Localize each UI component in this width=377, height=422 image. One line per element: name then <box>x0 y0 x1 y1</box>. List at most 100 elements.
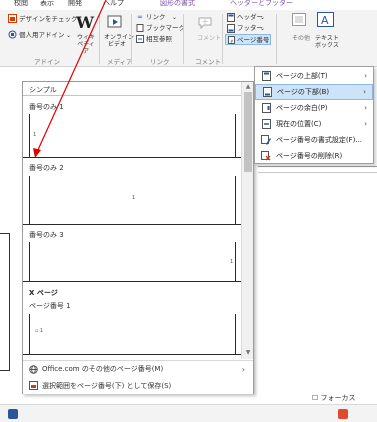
app-icon <box>8 409 18 419</box>
gallery-divider <box>23 224 241 225</box>
menu-item-bottom-of-page[interactable]: ページの下部(B) › <box>255 84 373 100</box>
focus-label: フォーカス <box>320 394 356 402</box>
ribbon: デザインをチェック 個人用アドイン ⌄ アドイン W ウィキペディア オンライン… <box>0 10 377 67</box>
header-dropdown-icon[interactable]: ⌄ <box>260 13 265 22</box>
document-margin-line <box>258 172 377 173</box>
page-number-button[interactable]: # ページ番号 ⌄ <box>225 34 271 45</box>
menu-item-label: ページの上部(T) <box>276 72 328 80</box>
scroll-thumb[interactable] <box>244 92 252 172</box>
gallery-item-page-x-1[interactable]: ▫ 1 <box>29 314 236 354</box>
chevron-right-icon: › <box>364 120 367 128</box>
tab-header-footer[interactable]: ヘッダーとフッター <box>230 0 293 8</box>
online-video-label-1[interactable]: オンライン <box>104 34 134 41</box>
focus-icon: ☐ <box>312 394 319 402</box>
page-number-dropdown-icon: ⌄ <box>264 37 270 44</box>
save-selection-label: 選択範囲をページ番号(下) として保存(S) <box>42 381 172 390</box>
tab-shape-format[interactable]: 図形の書式 <box>160 0 195 8</box>
menu-item-page-margins[interactable]: ページの余白(P) › <box>255 100 373 116</box>
menu-item-label: ページ番号の書式設定(F)... <box>276 136 363 144</box>
tab-review[interactable]: 校閲 <box>14 0 28 8</box>
menu-item-remove-page-numbers[interactable]: ページ番号の削除(R) <box>255 148 373 164</box>
gallery-section-heading: X ページ <box>29 289 58 297</box>
tab-view[interactable]: 表示 <box>40 0 54 8</box>
menu-item-label: ページの余白(P) <box>276 104 328 112</box>
new-comment-button[interactable]: コメント <box>197 34 221 43</box>
textbox-icon: A <box>317 12 334 27</box>
status-bar: ☐ フォーカス <box>0 394 377 422</box>
ribbon-separator <box>99 14 100 64</box>
menu-item-current-position[interactable]: 現在の位置(C) › <box>255 116 373 132</box>
page-number-sample: 1 <box>33 132 37 138</box>
bottom-of-page-icon <box>262 87 272 97</box>
gallery-item-plain-number-1[interactable]: 1 <box>29 114 236 157</box>
gallery-divider <box>23 281 241 282</box>
other-icon <box>292 13 306 26</box>
page-number-icon: # <box>228 36 235 44</box>
link-button[interactable]: リンク <box>146 13 166 22</box>
group-link-label: リンク <box>150 58 170 66</box>
menu-item-format-page-numbers[interactable]: ページ番号の書式設定(F)... <box>255 132 373 148</box>
ribbon-tab-strip: 校閲 表示 開発 ヘルプ 図形の書式 ヘッダーとフッター <box>0 0 377 10</box>
chevron-right-icon: › <box>241 364 245 374</box>
menu-item-label: ページ番号の削除(R) <box>276 152 343 160</box>
page-number-gallery: シンプル 番号のみ 1 1 番号のみ 2 1 番号のみ 3 1 X ページ ペー… <box>22 81 254 394</box>
menu-item-top-of-page[interactable]: ページの上部(T) › <box>255 68 373 84</box>
addin-dropdown-icon[interactable]: ⌄ <box>66 31 71 40</box>
remove-page-numbers-icon <box>261 151 271 161</box>
save-selection-icon <box>29 381 38 390</box>
other-button[interactable]: その他 <box>292 34 310 43</box>
tab-help[interactable]: ヘルプ <box>103 0 124 8</box>
document-margin-line <box>258 166 377 167</box>
gallery-scrollbar[interactable]: ▲ ▼ <box>241 82 253 359</box>
notification-icon[interactable] <box>338 409 348 419</box>
scroll-down-icon[interactable]: ▼ <box>244 349 252 357</box>
get-addins-button[interactable]: デザインをチェック <box>19 15 78 24</box>
format-page-numbers-icon <box>261 135 271 145</box>
crossref-icon <box>136 35 144 43</box>
gallery-item-label: 番号のみ 1 <box>29 103 64 111</box>
focus-mode-button[interactable]: ☐ フォーカス <box>312 394 356 403</box>
gallery-divider <box>23 157 241 158</box>
menu-item-label: 現在の位置(C) <box>276 120 322 128</box>
scroll-up-icon[interactable]: ▲ <box>244 83 252 91</box>
bookmark-icon <box>136 24 144 32</box>
ribbon-separator <box>183 14 184 64</box>
group-comment-label: コメント <box>195 58 221 66</box>
store-icon <box>8 14 17 23</box>
svg-text:A: A <box>321 14 329 27</box>
page-number-menu: ページの上部(T) › ページの下部(B) › ページの余白(P) › 現在の位… <box>254 66 374 164</box>
page-margins-icon <box>261 103 271 113</box>
bookmark-button[interactable]: ブックマーク <box>146 24 185 33</box>
menu-item-label: ページの下部(B) <box>277 88 330 96</box>
page-number-sample: 1 <box>230 259 234 265</box>
textbox-button-line2[interactable]: ボックス <box>315 41 339 50</box>
gallery-item-plain-number-3[interactable]: 1 <box>29 242 236 281</box>
footer-dropdown-icon[interactable]: ⌄ <box>260 24 265 33</box>
link-dropdown-icon[interactable]: ⌄ <box>172 13 177 22</box>
footer-icon <box>227 24 235 33</box>
page-number-sample: ▫ 1 <box>35 328 44 334</box>
wikipedia-button[interactable]: ウィキペディア <box>77 34 95 55</box>
crossref-button[interactable]: 相互参照 <box>146 35 172 44</box>
top-of-page-icon <box>261 71 271 81</box>
globe-icon <box>29 364 38 374</box>
save-selection-as-page-number[interactable]: 選択範囲をページ番号(下) として保存(S) <box>23 377 253 394</box>
current-position-icon <box>261 119 271 129</box>
online-video-label-2[interactable]: ビデオ <box>108 41 126 48</box>
gallery-item-plain-number-2[interactable]: 1 <box>29 176 236 224</box>
more-page-numbers-office[interactable]: Office.com のその他のページ番号(M) › <box>23 360 253 377</box>
page-number-sample: 1 <box>132 195 136 201</box>
link-icon: ∞ <box>137 13 143 21</box>
online-video-icon <box>107 14 123 30</box>
header-icon <box>227 13 235 22</box>
ribbon-separator <box>131 14 132 64</box>
ribbon-separator <box>222 14 223 64</box>
tab-developer[interactable]: 開発 <box>68 0 82 8</box>
chevron-right-icon: › <box>364 104 367 112</box>
group-media-label: メディア <box>107 58 133 66</box>
gallery-heading: シンプル <box>23 82 241 96</box>
ribbon-separator <box>276 14 277 64</box>
group-addin-label: アドイン <box>34 58 60 66</box>
personal-addin-button[interactable]: 個人用アドイン <box>19 31 65 40</box>
personal-addin-icon <box>8 30 17 39</box>
